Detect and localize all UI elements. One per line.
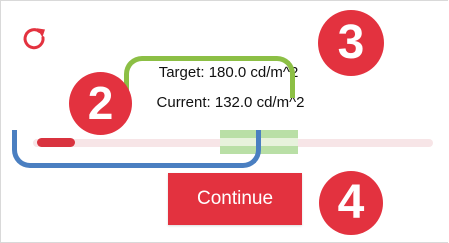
calibration-panel: Target: 180.0 cd/m^2 Current: 132.0 cd/m…	[0, 0, 448, 243]
refresh-icon-glyph	[23, 28, 45, 50]
target-range-center-band	[220, 138, 298, 146]
luminance-slider-fill	[37, 138, 75, 147]
target-range-indicator	[220, 130, 298, 154]
current-luminance-text: Current: 132.0 cd/m^2	[156, 94, 305, 111]
target-range-top-band	[220, 130, 298, 138]
refresh-icon[interactable]	[21, 25, 49, 53]
continue-button[interactable]: Continue	[168, 173, 302, 225]
target-range-bottom-band	[220, 146, 298, 154]
target-luminance-text: Target: 180.0 cd/m^2	[158, 64, 299, 81]
